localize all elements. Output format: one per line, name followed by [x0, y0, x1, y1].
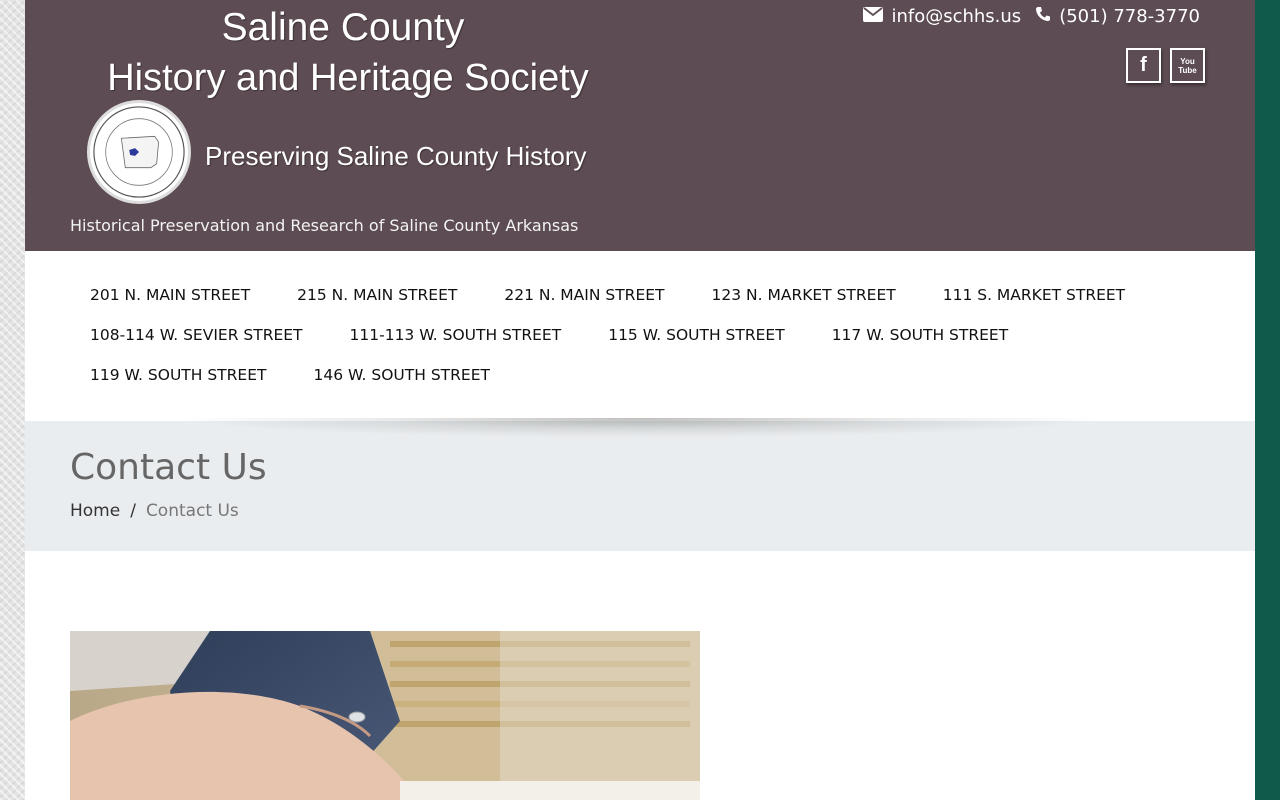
breadcrumb-separator: /	[130, 501, 136, 521]
nav-row-2: 108-114 W. SEVIER STREET 111-113 W. SOUT…	[70, 315, 1210, 355]
breadcrumb-home-link[interactable]: Home	[70, 499, 120, 523]
breadcrumb: Home / Contact Us	[70, 499, 239, 523]
site-description: Historical Preservation and Research of …	[70, 216, 579, 235]
contact-hero-image	[70, 631, 700, 800]
right-edge-strip	[1255, 0, 1280, 800]
nav-divider-shadow	[175, 418, 1105, 438]
phone-contact[interactable]: (501) 778-3770	[1035, 5, 1200, 29]
nav-item-221-n-main[interactable]: 221 N. MAIN STREET	[484, 286, 684, 304]
nav-row-3: 119 W. SOUTH STREET 146 W. SOUTH STREET	[70, 355, 1210, 395]
nav-item-111-113-w-south[interactable]: 111-113 W. SOUTH STREET	[330, 326, 582, 344]
breadcrumb-current: Contact Us	[145, 501, 239, 521]
header-contact-info: info@schhs.us (501) 778-3770	[849, 5, 1200, 29]
envelope-icon	[863, 5, 891, 29]
main-navigation: 201 N. MAIN STREET 215 N. MAIN STREET 22…	[70, 275, 1210, 395]
email-address[interactable]: info@schhs.us	[891, 5, 1021, 29]
page-title-area: Contact Us Home / Contact Us	[25, 421, 1255, 551]
email-contact[interactable]: info@schhs.us	[863, 5, 1021, 29]
nav-item-108-114-w-sevier[interactable]: 108-114 W. SEVIER STREET	[70, 326, 323, 344]
logo-title-line2[interactable]: History and Heritage Society	[83, 54, 613, 102]
phone-icon	[1035, 5, 1059, 29]
youtube-button[interactable]: You Tube	[1170, 48, 1205, 83]
page-container: Saline County History and Heritage Socie…	[25, 0, 1255, 800]
youtube-icon: You Tube	[1178, 56, 1197, 75]
nav-item-119-w-south[interactable]: 119 W. SOUTH STREET	[70, 366, 286, 384]
logo-title-line1[interactable]: Saline County	[83, 4, 603, 52]
facebook-button[interactable]: f	[1126, 48, 1161, 83]
nav-item-117-w-south[interactable]: 117 W. SOUTH STREET	[812, 326, 1028, 344]
page-title: Contact Us	[70, 447, 267, 488]
nav-item-201-n-main[interactable]: 201 N. MAIN STREET	[70, 286, 270, 304]
site-header: Saline County History and Heritage Socie…	[25, 0, 1255, 251]
phone-number[interactable]: (501) 778-3770	[1059, 5, 1200, 29]
social-links: f You Tube	[1117, 48, 1205, 83]
nav-item-215-n-main[interactable]: 215 N. MAIN STREET	[277, 286, 477, 304]
logo-tagline[interactable]: Preserving Saline County History	[205, 136, 587, 176]
nav-row-1: 201 N. MAIN STREET 215 N. MAIN STREET 22…	[70, 275, 1210, 315]
society-seal-logo[interactable]	[87, 100, 191, 204]
nav-item-146-w-south[interactable]: 146 W. SOUTH STREET	[293, 366, 509, 384]
facebook-icon: f	[1140, 54, 1147, 76]
nav-item-123-n-market[interactable]: 123 N. MARKET STREET	[692, 286, 916, 304]
nav-item-115-w-south[interactable]: 115 W. SOUTH STREET	[588, 326, 804, 344]
nav-item-111-s-market[interactable]: 111 S. MARKET STREET	[923, 286, 1145, 304]
